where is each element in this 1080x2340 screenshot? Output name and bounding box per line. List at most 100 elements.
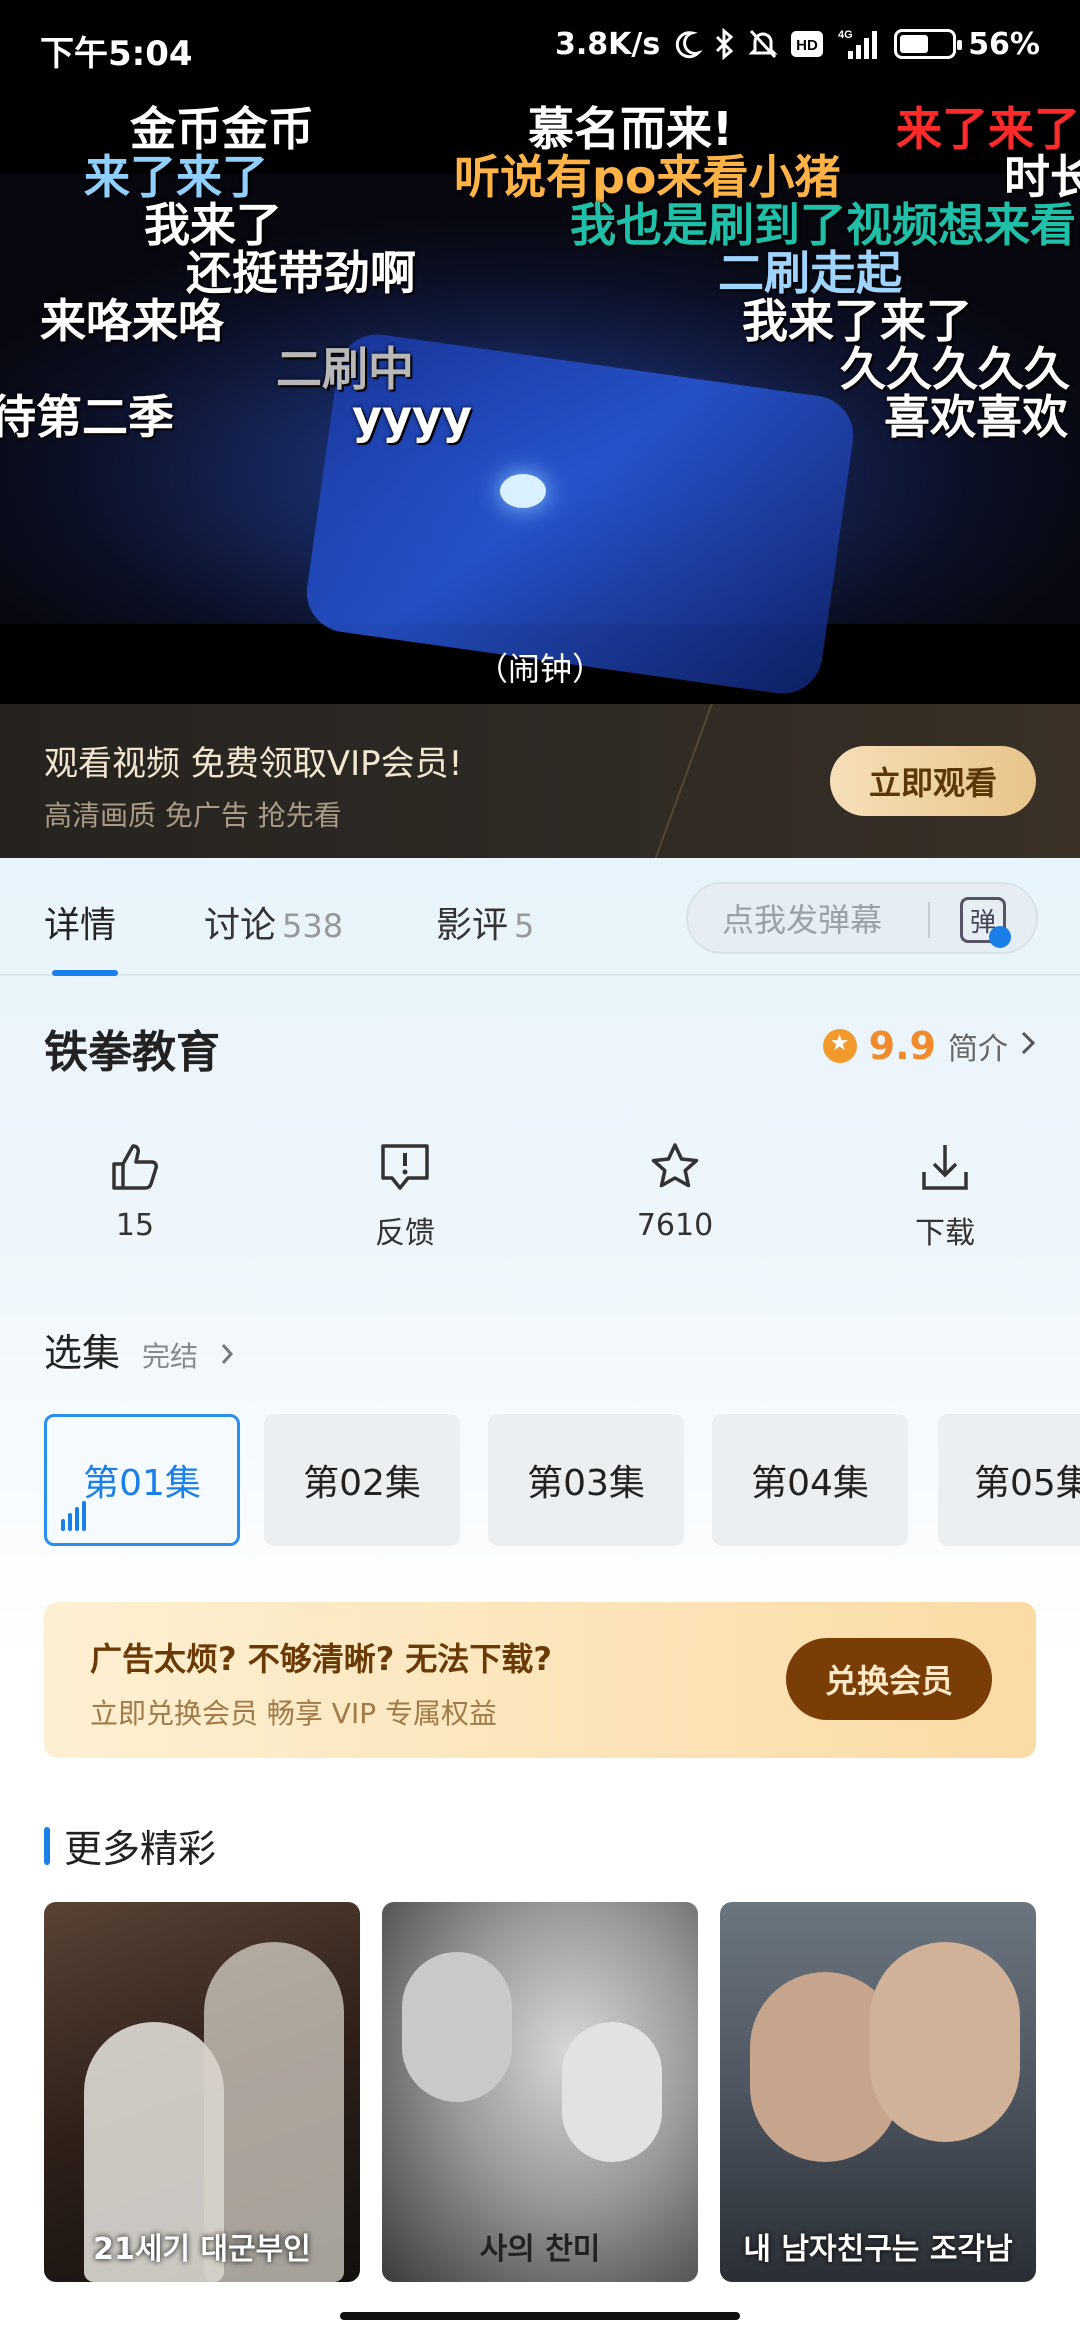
episode-item[interactable]: 第05集 <box>938 1414 1080 1546</box>
home-indicator[interactable] <box>340 2312 740 2320</box>
episodes-heading: 选集 <box>44 1331 121 1375</box>
status-bar: 下午5:04 3.8K/s HD 4G 56% <box>0 0 1080 96</box>
episode-label: 第01集 <box>83 1463 201 1504</box>
mute-bell-icon <box>748 26 778 62</box>
feedback-icon <box>381 1144 429 1190</box>
like-button[interactable]: 15 <box>35 1140 235 1243</box>
rating-block[interactable]: 9.9 简介 <box>822 1024 1036 1068</box>
danmaku-comment: 二刷走起 <box>718 246 902 300</box>
download-icon <box>922 1145 968 1190</box>
danmaku-comment: 喜欢喜欢 <box>884 390 1068 444</box>
status-time: 下午5:04 <box>40 34 193 74</box>
input-divider <box>928 902 930 938</box>
poster-figure <box>562 2022 662 2162</box>
danmaku-comment: 还挺带劲啊 <box>186 246 416 300</box>
danmaku-comment: 我来了来了 <box>742 294 972 348</box>
more-heading: 更多精彩 <box>64 1827 217 1871</box>
vip-promo-subtitle: 高清画质 免广告 抢先看 <box>44 799 342 832</box>
member-promo-title: 广告太烦? 不够清晰? 无法下载? <box>90 1640 552 1678</box>
battery-icon <box>894 29 963 59</box>
tab-discussion[interactable]: 讨论 538 <box>204 896 343 948</box>
net-speed: 3.8K/s <box>554 26 661 62</box>
poster-row: 21세기 대군부인 사의 찬미 내 남자친구는 조각남 <box>44 1902 1036 2282</box>
video-light <box>500 474 546 508</box>
danmaku-comment: yyyy <box>352 390 472 444</box>
danmaku-comment: 慕名而来! <box>528 102 733 156</box>
poster-card[interactable]: 내 남자친구는 조각남 <box>720 1902 1036 2282</box>
danmaku-input-placeholder: 点我发弹幕 <box>722 901 883 939</box>
episodes-header[interactable]: 选集 完结 <box>44 1322 234 1377</box>
member-promo-card[interactable]: 广告太烦? 不够清晰? 无法下载? 立即兑换会员 畅享 VIP 专属权益 兑换会… <box>44 1602 1036 1758</box>
tab-details[interactable]: 详情 <box>44 896 116 948</box>
tab-details-label: 详情 <box>44 905 117 946</box>
danmaku-comment: 待第二季 <box>0 390 174 444</box>
video-player[interactable]: 金币金币 慕名而来! 来了来了 来了来了 听说有po来看小猪 时长 我来了 我也是刷到了视频想… <box>0 96 1080 704</box>
danmaku-input[interactable]: 点我发弹幕 弹 <box>686 882 1038 954</box>
video-subtitle: （闹钟） <box>475 650 604 688</box>
episode-item[interactable]: 第02集 <box>264 1414 460 1546</box>
download-button[interactable]: 下载 <box>845 1140 1045 1252</box>
danmaku-comment: 来咯来咯 <box>40 294 224 348</box>
network-type: 4G <box>838 29 853 41</box>
tab-reviews[interactable]: 影评 5 <box>436 896 534 948</box>
thumbs-up-icon <box>112 1144 158 1190</box>
download-label: 下载 <box>915 1216 975 1251</box>
more-section-header: 更多精彩 <box>44 1818 216 1873</box>
episode-label: 第03集 <box>527 1463 645 1504</box>
danmaku-comment: 金币金币 <box>130 102 314 156</box>
episode-label: 第04集 <box>751 1463 869 1504</box>
moon-icon <box>672 26 703 62</box>
star-icon <box>651 1143 699 1188</box>
tab-active-indicator <box>52 970 118 976</box>
danmaku-comment: 我也是刷到了视频想来看 <box>570 198 1076 252</box>
action-row: 15 反馈 7610 下载 <box>0 1140 1080 1270</box>
poster-caption: 내 남자친구는 조각남 <box>743 2232 1013 2267</box>
favorite-button[interactable]: 7610 <box>575 1140 775 1243</box>
medal-icon <box>822 1029 857 1063</box>
episode-item[interactable]: 第01集 <box>44 1414 240 1546</box>
poster-caption: 사의 찬미 <box>479 2232 601 2267</box>
poster-figure <box>870 1942 1020 2142</box>
danmaku-comment: 我来了 <box>144 198 282 252</box>
rating-score: 9.9 <box>868 1024 936 1068</box>
watch-now-button[interactable]: 立即观看 <box>830 746 1036 816</box>
svg-text:HD: HD <box>796 37 818 54</box>
like-count: 15 <box>115 1208 155 1243</box>
poster-card[interactable]: 사의 찬미 <box>382 1902 698 2282</box>
hd-icon: HD <box>790 26 824 62</box>
tab-discussion-label: 讨论 <box>204 905 277 946</box>
episode-list: 第01集 第02集 第03集 第04集 第05集 <box>44 1414 1080 1548</box>
poster-caption: 21세기 대군부인 <box>93 2232 311 2267</box>
episodes-status: 完结 <box>142 1340 199 1373</box>
tab-reviews-label: 影评 <box>436 905 509 946</box>
detail-content: 详情 讨论538 影评5 点我发弹幕 弹 铁拳教育 9.9 简介 15 反馈 <box>0 858 1080 2340</box>
danmaku-comment: 来了来了 <box>84 150 268 204</box>
redeem-member-button[interactable]: 兑换会员 <box>786 1638 992 1720</box>
episode-label: 第05集 <box>974 1463 1080 1504</box>
signal-icon: 4G <box>836 26 882 62</box>
intro-link[interactable]: 简介 <box>948 1024 1008 1068</box>
poster-card[interactable]: 21세기 대군부인 <box>44 1902 360 2282</box>
episode-item[interactable]: 第04集 <box>712 1414 908 1546</box>
feedback-label: 反馈 <box>375 1216 435 1251</box>
check-badge-icon <box>989 926 1011 948</box>
tab-reviews-count: 5 <box>514 907 535 945</box>
member-promo-subtitle: 立即兑换会员 畅享 VIP 专属权益 <box>90 1697 497 1730</box>
section-accent-bar <box>44 1826 50 1865</box>
battery-percent: 56% <box>968 26 1040 62</box>
status-icons: 3.8K/s HD 4G 56% <box>555 26 1040 62</box>
show-title: 铁拳教育 <box>44 1027 220 1078</box>
vip-promo-banner[interactable]: 观看视频 免费领取VIP会员! 高清画质 免广告 抢先看 立即观看 <box>0 704 1080 858</box>
vip-promo-title: 观看视频 免费领取VIP会员! <box>44 744 463 784</box>
feedback-button[interactable]: 反馈 <box>305 1140 505 1252</box>
danmaku-comment: 二刷中 <box>276 342 414 396</box>
episode-item[interactable]: 第03集 <box>488 1414 684 1546</box>
danmaku-toggle-icon[interactable]: 弹 <box>960 897 1011 948</box>
tab-bar: 详情 讨论 538 影评 5 点我发弹幕 弹 <box>0 858 1080 976</box>
danmaku-comment: 来了来了 <box>896 102 1080 156</box>
tab-discussion-count: 538 <box>282 907 344 945</box>
danmaku-comment: 久久久久久 <box>840 342 1070 396</box>
poster-figure <box>402 1952 512 2102</box>
chevron-right-icon <box>1020 1029 1036 1064</box>
chevron-right-icon <box>220 1342 234 1370</box>
